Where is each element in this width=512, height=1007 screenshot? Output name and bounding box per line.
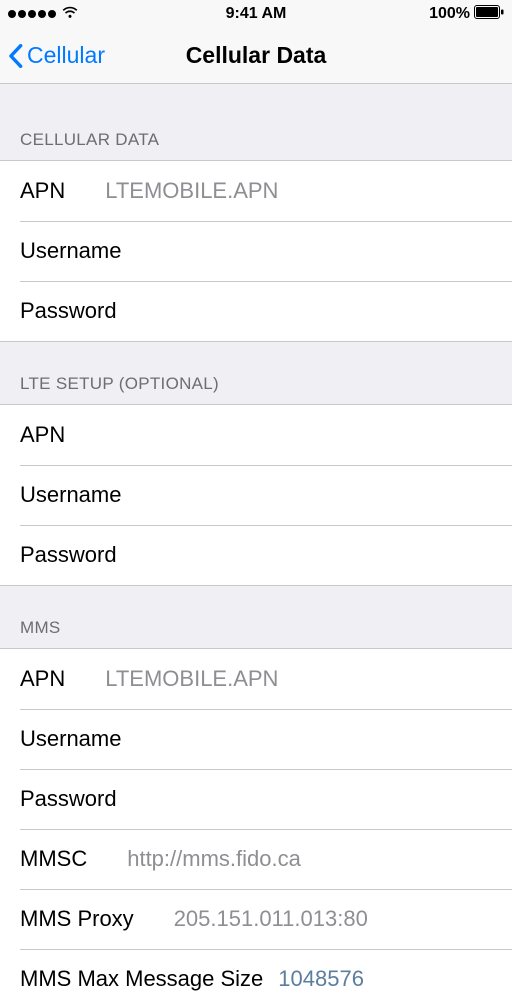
row-cellular-username[interactable]: Username [0,221,512,281]
apn-field[interactable] [65,178,492,204]
apn-field[interactable] [65,666,492,692]
field-label: APN [20,666,65,692]
apn-field[interactable] [65,422,492,448]
back-button[interactable]: Cellular [8,42,105,69]
field-label: MMS Max Message Size [20,966,263,992]
battery-icon [474,5,504,24]
password-field[interactable] [117,786,492,812]
field-label: Username [20,238,121,264]
content[interactable]: CELLULAR DATA APN Username Password LTE … [0,84,512,1007]
row-mms-proxy[interactable]: MMS Proxy [0,889,512,949]
username-field[interactable] [121,482,492,508]
field-label: Password [20,542,117,568]
group-cellular-data: APN Username Password [0,160,512,342]
nav-bar: Cellular Cellular Data [0,28,512,84]
row-cellular-apn[interactable]: APN [0,161,512,221]
mms-proxy-field[interactable] [134,906,492,932]
group-mms: APN Username Password MMSC MMS Proxy MMS… [0,648,512,1007]
wifi-icon [61,5,79,24]
group-lte: APN Username Password [0,404,512,586]
back-label: Cellular [27,42,105,69]
field-label: Username [20,726,121,752]
row-mms-max[interactable]: MMS Max Message Size [0,949,512,1007]
section-header-mms: MMS [0,586,512,648]
chevron-left-icon [8,44,23,68]
row-mms-username[interactable]: Username [0,709,512,769]
field-label: Password [20,786,117,812]
status-bar: 9:41 AM 100% [0,0,512,28]
row-cellular-password[interactable]: Password [0,281,512,341]
row-mmsc[interactable]: MMSC [0,829,512,889]
mms-max-size-field[interactable] [263,966,492,992]
row-lte-username[interactable]: Username [0,465,512,525]
username-field[interactable] [121,726,492,752]
section-header-lte: LTE SETUP (OPTIONAL) [0,342,512,404]
field-label: APN [20,422,65,448]
row-lte-password[interactable]: Password [0,525,512,585]
battery-percent: 100% [429,5,470,23]
signal-strength-icon [8,10,56,18]
field-label: MMSC [20,846,87,872]
password-field[interactable] [117,298,492,324]
row-mms-password[interactable]: Password [0,769,512,829]
field-label: APN [20,178,65,204]
username-field[interactable] [121,238,492,264]
password-field[interactable] [117,542,492,568]
field-label: Username [20,482,121,508]
field-label: Password [20,298,117,324]
row-lte-apn[interactable]: APN [0,405,512,465]
field-label: MMS Proxy [20,906,134,932]
mmsc-field[interactable] [87,846,492,872]
status-left [8,5,79,24]
row-mms-apn[interactable]: APN [0,649,512,709]
section-header-cellular-data: CELLULAR DATA [0,98,512,160]
status-right: 100% [429,5,504,24]
